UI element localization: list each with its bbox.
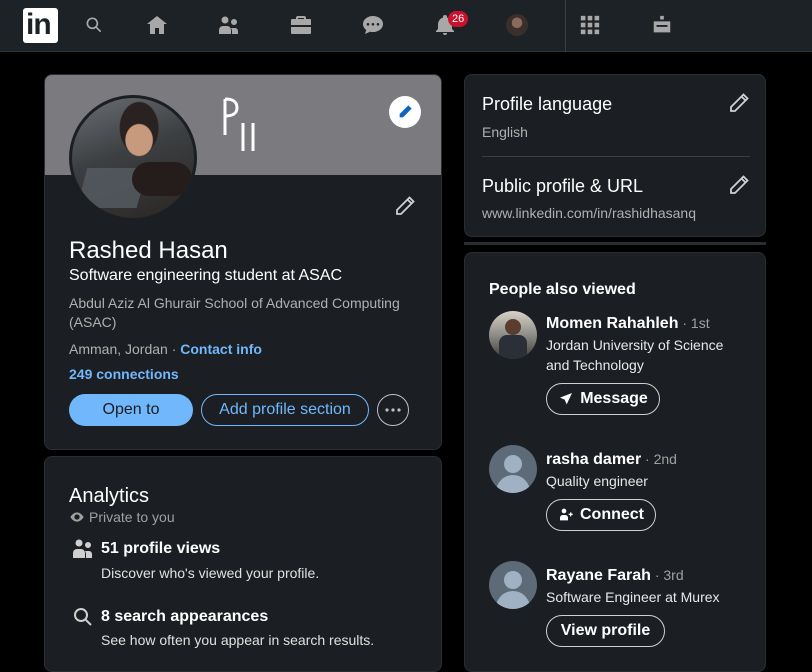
person-name[interactable]: Momen Rahahleh · 1st: [546, 315, 710, 333]
people-also-viewed-card: People also viewed Momen Rahahleh · 1st …: [464, 252, 766, 672]
person-name[interactable]: rasha damer · 2nd: [546, 451, 677, 469]
connections-link[interactable]: 249 connections: [69, 366, 179, 382]
person-name-text: rasha damer: [546, 451, 642, 468]
send-icon: [560, 393, 573, 405]
notifications-badge: 26: [448, 11, 469, 27]
open-to-button[interactable]: Open to: [69, 394, 193, 426]
analytics-title: Analytics: [69, 485, 150, 507]
linkedin-logo[interactable]: in: [23, 8, 58, 43]
profile-headline: Software engineering student at ASAC: [69, 267, 343, 284]
person-avatar[interactable]: [489, 311, 537, 359]
settings-divider: [482, 156, 750, 157]
profile-location: Amman, Jordan · Contact info: [69, 341, 262, 357]
pencil-icon: [399, 105, 412, 118]
profile-card: Rashed Hasan Software engineering studen…: [44, 74, 442, 450]
messaging-icon[interactable]: [360, 12, 386, 38]
my-network-icon[interactable]: [216, 12, 242, 38]
add-person-icon: [560, 508, 573, 521]
person-degree: · 1st: [678, 315, 710, 331]
eye-icon: [70, 512, 84, 522]
profile-views-desc: Discover who's viewed your profile.: [101, 565, 320, 581]
logo-text: in: [26, 8, 52, 41]
profile-language-value: English: [482, 124, 528, 140]
profile-views-link[interactable]: 51 profile views: [101, 540, 220, 558]
people-icon: [73, 539, 92, 558]
edit-url-pencil-icon[interactable]: [727, 173, 751, 197]
people-also-viewed-title: People also viewed: [489, 281, 636, 298]
profile-name: Rashed Hasan: [69, 237, 228, 264]
search-appearances-desc: See how often you appear in search resul…: [101, 632, 375, 648]
person-name-text: Rayane Farah: [546, 567, 651, 584]
person-name-text: Momen Rahahleh: [546, 315, 679, 332]
connect-button[interactable]: Connect: [546, 499, 656, 531]
location-text: Amman, Jordan ·: [69, 341, 181, 357]
person-avatar[interactable]: [489, 561, 537, 609]
home-icon[interactable]: [144, 12, 170, 38]
profile-language-title: Profile language: [482, 94, 613, 114]
contact-info-link[interactable]: Contact info: [180, 341, 262, 357]
privacy-text: Private to you: [89, 509, 175, 525]
person-description: Software Engineer at Murex: [546, 589, 720, 605]
search-icon: [74, 608, 92, 626]
connect-label: Connect: [580, 506, 644, 523]
profile-school: Abdul Aziz Al Ghurair School of Advanced…: [69, 295, 400, 330]
person-avatar[interactable]: [489, 445, 537, 493]
public-url-value: www.linkedin.com/in/rashidhasanq: [482, 205, 696, 221]
me-avatar[interactable]: [506, 14, 528, 36]
more-actions-button[interactable]: [377, 394, 409, 426]
jobs-icon[interactable]: [288, 12, 314, 38]
global-nav: in 26: [0, 0, 812, 52]
work-grid-icon[interactable]: [577, 12, 603, 38]
ad-placeholder-line: [464, 242, 766, 245]
nav-divider: [565, 0, 566, 52]
edit-banner-button[interactable]: [389, 96, 421, 128]
advertise-icon[interactable]: [649, 12, 675, 38]
analytics-privacy: Private to you: [69, 509, 175, 525]
person-description: Quality engineer: [546, 473, 648, 489]
profile-photo[interactable]: [69, 95, 197, 221]
profile-settings-card: Profile language English Public profile …: [464, 74, 766, 237]
view-profile-button[interactable]: View profile: [546, 615, 665, 647]
banner-monogram: [223, 97, 255, 151]
edit-language-pencil-icon[interactable]: [727, 91, 751, 115]
message-label: Message: [580, 390, 648, 407]
more-dots-icon: [385, 408, 401, 412]
analytics-card: Analytics Private to you 51 profile view…: [44, 456, 442, 672]
person-description: Jordan University of Science and Technol…: [546, 337, 724, 373]
search-icon[interactable]: [81, 12, 107, 38]
add-profile-section-button[interactable]: Add profile section: [201, 394, 369, 426]
public-url-title: Public profile & URL: [482, 176, 644, 196]
person-degree: · 2nd: [641, 451, 677, 467]
message-button[interactable]: Message: [546, 383, 660, 415]
person-degree: · 3rd: [650, 567, 684, 583]
edit-intro-pencil-icon[interactable]: [393, 194, 417, 218]
person-name[interactable]: Rayane Farah · 3rd: [546, 567, 684, 585]
search-appearances-link[interactable]: 8 search appearances: [101, 608, 268, 626]
